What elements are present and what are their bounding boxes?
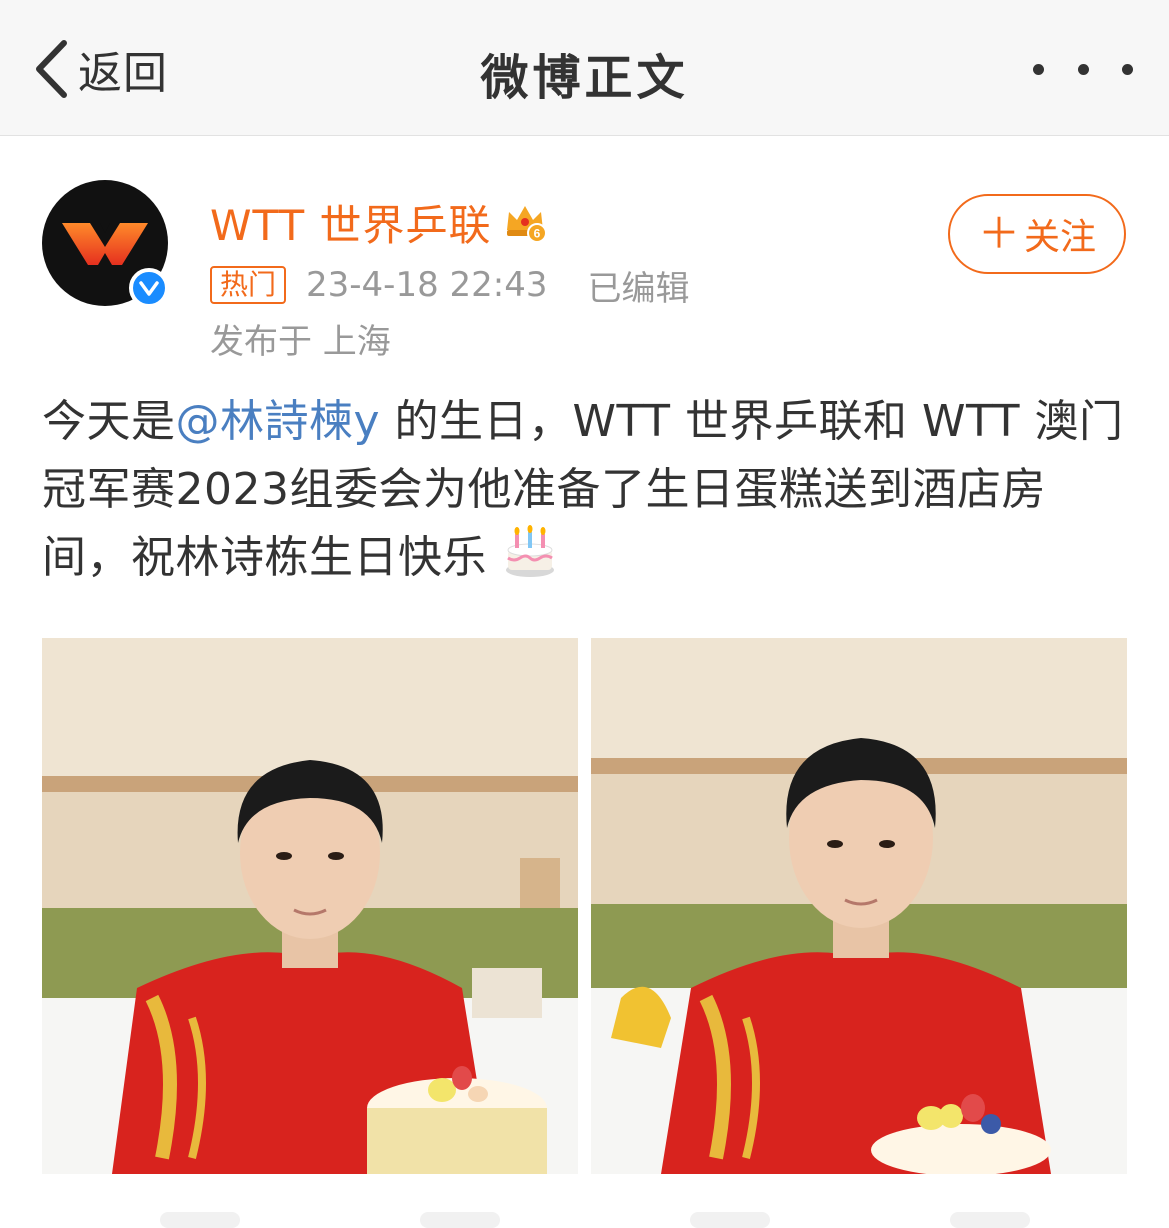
user-name[interactable]: WTT 世界乒联 [210,192,491,253]
more-options-button[interactable] [1033,52,1133,86]
follow-label: 关注 [1024,217,1097,258]
follow-button[interactable]: ＋ 关注 [948,194,1126,274]
more-dot-icon [1077,63,1089,75]
avatar[interactable] [42,180,170,308]
post-timestamp: 23-4-18 22:43 [306,265,548,305]
post-location: 发布于 上海 [210,322,391,362]
player-with-cake-photo [42,638,578,1174]
plus-icon: ＋ [977,209,1020,258]
wtt-logo-icon [62,223,148,265]
user-name-row: WTT 世界乒联 6 [210,192,548,253]
placeholder-bar [420,1212,500,1228]
post-photo-1[interactable] [42,638,578,1174]
bottom-area [0,1190,1169,1228]
post-meta: 热门 23-4-18 22:43 已编辑 [210,264,690,309]
post-text-before: 今天是 [42,396,176,447]
hot-badge: 热门 [210,266,287,304]
placeholder-bar [690,1212,770,1228]
verified-badge-icon [129,268,169,308]
post-photo-2[interactable] [591,638,1127,1174]
player-with-cake-photo [591,638,1127,1174]
svg-text:6: 6 [534,227,541,241]
mention-link[interactable]: @林詩楝y [176,396,381,447]
edited-label[interactable]: 已编辑 [588,261,690,310]
navigation-bar: 返回 微博正文 [0,0,1169,136]
more-dot-icon [1033,63,1044,75]
more-dot-icon [1122,63,1133,75]
placeholder-bar [160,1212,240,1228]
member-crown-icon: 6 [507,206,548,243]
post-text: 今天是@林詩楝y 的生日，WTT 世界乒联和 WTT 澳门冠军赛2023组委会为… [42,388,1132,592]
birthday-cake-emoji-icon [505,525,554,577]
placeholder-bar [950,1212,1030,1228]
page-title: 微博正文 [480,50,689,106]
